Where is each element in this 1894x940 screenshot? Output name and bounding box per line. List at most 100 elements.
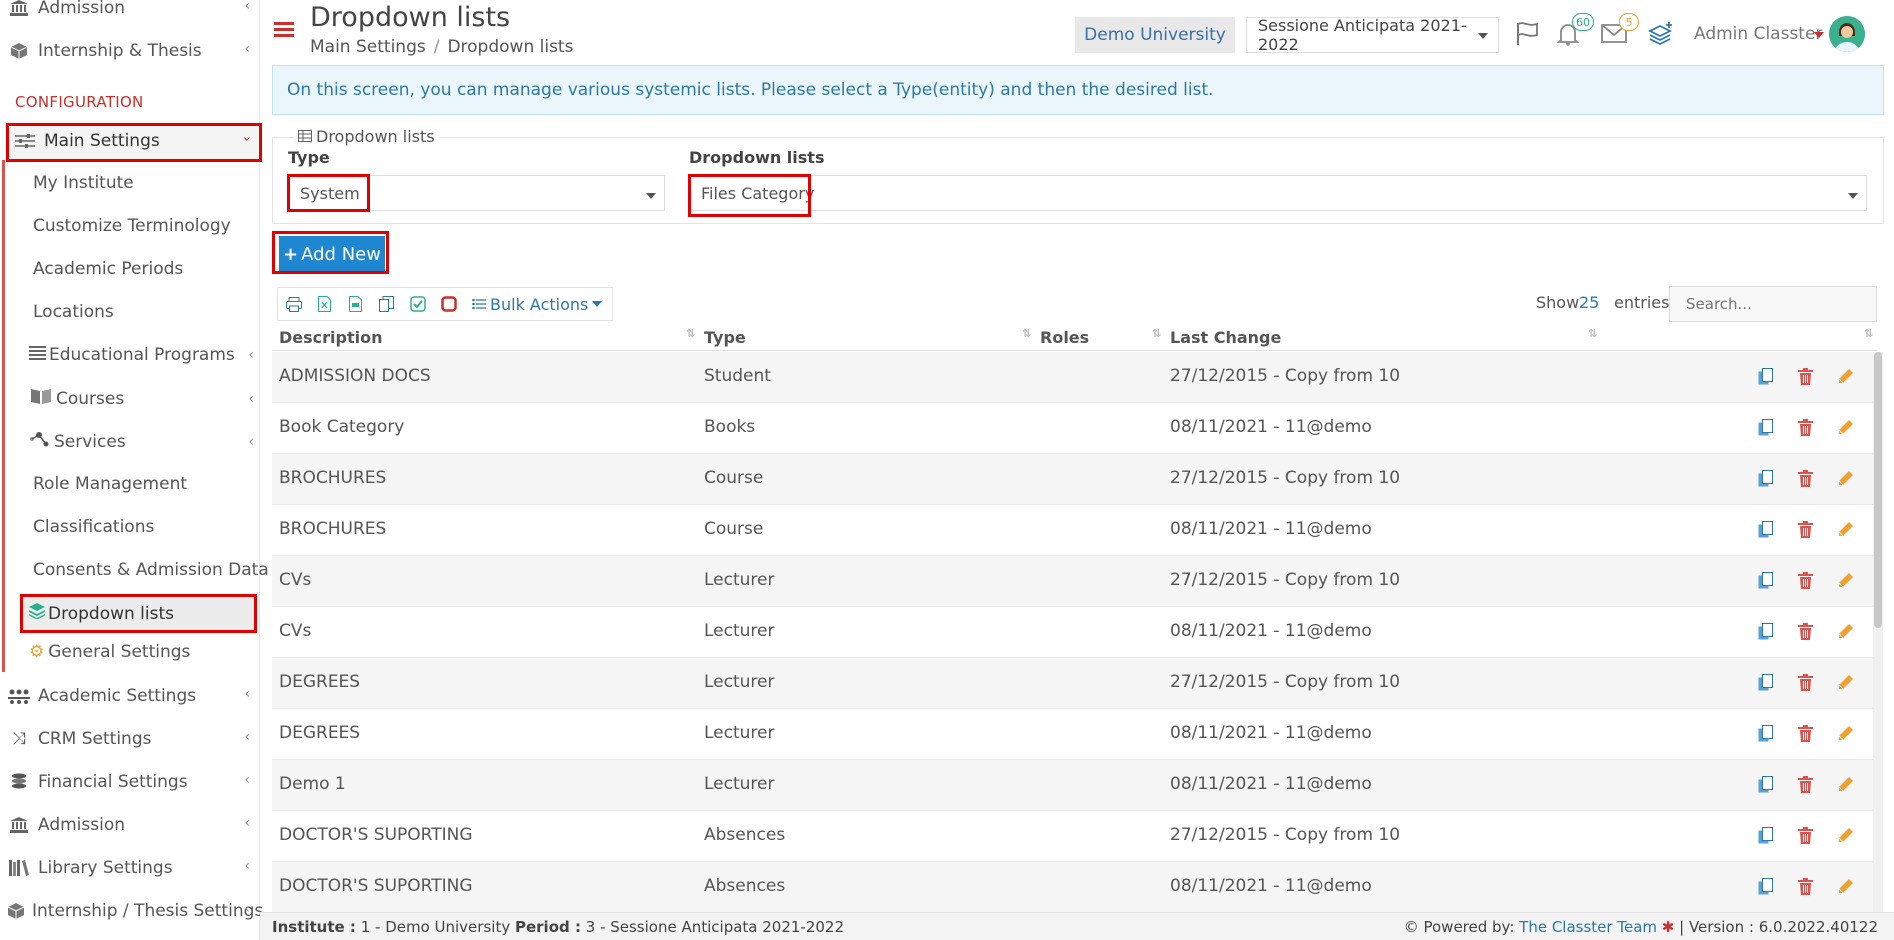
table-row[interactable]: DEGREES Lecturer 27/12/2015 - Copy from 10 (272, 658, 1877, 709)
delete-trash-icon[interactable] (1798, 368, 1816, 386)
sidebar-item-customize-terminology[interactable]: Customize Terminology (33, 216, 231, 236)
sidebar-item-general-settings[interactable]: ⚙ General Settings (29, 642, 190, 662)
edit-pencil-icon[interactable] (1838, 521, 1856, 539)
sidebar-item-services[interactable]: Services ‹ (29, 431, 254, 452)
delete-trash-icon[interactable] (1798, 470, 1816, 488)
sidebar-item-financial-settings[interactable]: Financial Settings ‹ (0, 762, 258, 802)
breadcrumb: Main Settings / Dropdown lists (310, 37, 573, 57)
column-header-last-change[interactable]: Last Change (1170, 328, 1281, 347)
copy-icon[interactable] (371, 288, 402, 320)
delete-trash-icon[interactable] (1798, 419, 1816, 437)
delete-trash-icon[interactable] (1798, 725, 1816, 743)
edit-pencil-icon[interactable] (1838, 827, 1856, 845)
edit-pencil-icon[interactable] (1838, 674, 1856, 692)
sidebar-item-educational-programs[interactable]: Educational Programs ‹ (29, 345, 254, 365)
select-all-icon[interactable] (402, 288, 433, 320)
sidebar-item-internship-thesis[interactable]: Internship & Thesis ‹ (0, 31, 258, 71)
page-size-select[interactable]: 25 (1579, 293, 1599, 312)
table-row[interactable]: Book Category Books 08/11/2021 - 11@demo (272, 403, 1877, 454)
sidebar-item-admission-top[interactable]: Admission ‹ (0, 0, 258, 28)
sort-icon[interactable]: ⇅ (686, 327, 695, 340)
edit-pencil-icon[interactable] (1838, 470, 1856, 488)
duplicate-icon[interactable] (1758, 572, 1776, 590)
user-caret-icon[interactable] (1814, 32, 1824, 38)
sidebar-item-courses[interactable]: Courses ‹ (31, 388, 254, 409)
table-row[interactable]: DEGREES Lecturer 08/11/2021 - 11@demo (272, 709, 1877, 760)
table-row[interactable]: CVs Lecturer 08/11/2021 - 11@demo (272, 607, 1877, 658)
table-row[interactable]: CVs Lecturer 27/12/2015 - Copy from 10 (272, 556, 1877, 607)
cell-last-change: 08/11/2021 - 11@demo (1170, 723, 1372, 743)
bulk-actions-dropdown[interactable]: Bulk Actions (472, 295, 603, 314)
scrollbar-thumb[interactable] (1874, 352, 1882, 628)
csv-export-icon[interactable] (340, 288, 371, 320)
edit-pencil-icon[interactable] (1838, 419, 1856, 437)
delete-trash-icon[interactable] (1798, 827, 1816, 845)
messages-envelope-icon[interactable]: 5 (1601, 13, 1639, 46)
sort-icon[interactable]: ⇅ (1588, 327, 1597, 340)
column-header-roles[interactable]: Roles (1040, 328, 1089, 347)
edit-pencil-icon[interactable] (1838, 368, 1856, 386)
table-row[interactable]: DOCTOR'S SUPORTING Absences 08/11/2021 - 1… (272, 862, 1877, 913)
hamburger-menu-icon[interactable] (274, 22, 294, 38)
table-row[interactable]: Demo 1 Lecturer 08/11/2021 - 11@demo (272, 760, 1877, 811)
sidebar-item-internship-thesis-settings[interactable]: Internship / Thesis Settings ‹ (0, 891, 263, 931)
sidebar-item-locations[interactable]: Locations (33, 302, 114, 322)
duplicate-icon[interactable] (1758, 623, 1776, 641)
university-button[interactable]: Demo University (1075, 17, 1235, 53)
cell-description: CVs (279, 621, 312, 641)
breadcrumb-item[interactable]: Main Settings (310, 37, 426, 57)
edit-pencil-icon[interactable] (1838, 623, 1856, 641)
sidebar-item-role-management[interactable]: Role Management (33, 474, 187, 494)
sidebar-item-consents-admission-data[interactable]: Consents & Admission Data (33, 560, 269, 580)
sort-icon[interactable]: ⇅ (1152, 327, 1161, 340)
sidebar-item-library-settings[interactable]: Library Settings ‹ (0, 848, 258, 888)
sort-icon[interactable]: ⇅ (1022, 327, 1031, 340)
edit-pencil-icon[interactable] (1838, 776, 1856, 794)
sidebar-item-my-institute[interactable]: My Institute (33, 173, 134, 193)
duplicate-icon[interactable] (1758, 470, 1776, 488)
sidebar-item-academic-periods[interactable]: Academic Periods (33, 259, 183, 279)
excel-export-icon[interactable] (309, 288, 340, 320)
delete-trash-icon[interactable] (1798, 572, 1816, 590)
edit-pencil-icon[interactable] (1838, 878, 1856, 896)
duplicate-icon[interactable] (1758, 368, 1776, 386)
delete-trash-icon[interactable] (1798, 521, 1816, 539)
table-row[interactable]: ADMISSION DOCS Student 27/12/2015 - Copy f… (272, 352, 1877, 403)
print-icon[interactable] (278, 288, 309, 320)
duplicate-icon[interactable] (1758, 419, 1776, 437)
duplicate-icon[interactable] (1758, 725, 1776, 743)
duplicate-icon[interactable] (1758, 878, 1776, 896)
edit-pencil-icon[interactable] (1838, 572, 1856, 590)
sidebar-item-academic-settings[interactable]: Academic Settings ‹ (0, 676, 258, 716)
delete-trash-icon[interactable] (1798, 776, 1816, 794)
search-input[interactable] (1669, 286, 1877, 322)
caret-down-icon (1848, 193, 1858, 199)
delete-trash-icon[interactable] (1798, 674, 1816, 692)
sidebar-item-crm-settings[interactable]: ⤨ CRM Settings ‹ (0, 719, 258, 759)
column-header-description[interactable]: Description (279, 328, 382, 347)
column-header-type[interactable]: Type (704, 328, 746, 347)
delete-trash-icon[interactable] (1798, 878, 1816, 896)
table-row[interactable]: DOCTOR'S SUPORTING Absences 27/12/2015 - C… (272, 811, 1877, 862)
flag-icon[interactable] (1515, 22, 1543, 46)
duplicate-icon[interactable] (1758, 674, 1776, 692)
sort-icon[interactable]: ⇅ (1864, 327, 1873, 340)
table-row[interactable]: BROCHURES Course 08/11/2021 - 11@demo (272, 505, 1877, 556)
sidebar-item-classifications[interactable]: Classifications (33, 517, 154, 537)
dropdown-list-select[interactable]: Files Category (689, 175, 1867, 211)
avatar[interactable] (1829, 16, 1865, 52)
duplicate-icon[interactable] (1758, 827, 1776, 845)
table-row[interactable]: BROCHURES Course 27/12/2015 - Copy from 10 (272, 454, 1877, 505)
layers-plus-icon[interactable] (1647, 22, 1676, 46)
duplicate-icon[interactable] (1758, 776, 1776, 794)
user-name[interactable]: Admin Classter (1694, 24, 1822, 44)
notifications-bell-icon[interactable]: 60 (1556, 13, 1594, 46)
period-select[interactable]: Sessione Anticipata 2021-2022 (1246, 16, 1499, 54)
book-icon (31, 388, 51, 409)
delete-trash-icon[interactable] (1798, 623, 1816, 641)
edit-pencil-icon[interactable] (1838, 725, 1856, 743)
classter-team-link[interactable]: The Classter Team (1519, 918, 1657, 936)
duplicate-icon[interactable] (1758, 521, 1776, 539)
deselect-all-icon[interactable] (433, 288, 464, 320)
sidebar-item-admission-bottom[interactable]: Admission ‹ (0, 805, 258, 845)
